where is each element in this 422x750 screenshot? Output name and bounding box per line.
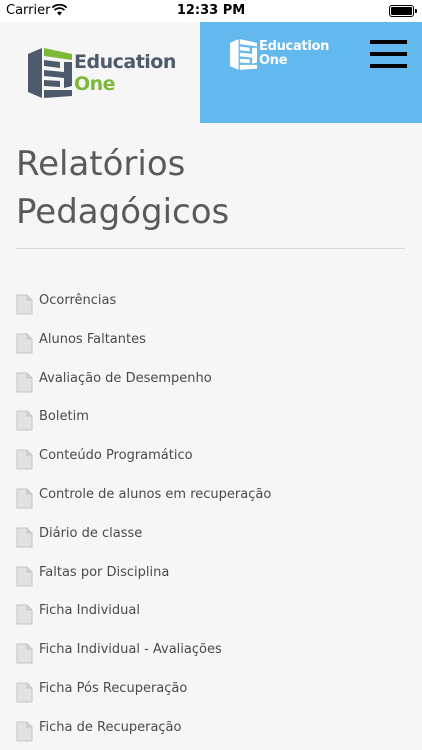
report-item-label: Ocorrências [39, 293, 117, 308]
report-item-label: Conteúdo Programático [39, 448, 193, 464]
page-title-line2: Pedagógicos [16, 192, 230, 232]
header-menu-area: Education One [200, 22, 422, 123]
document-icon [16, 566, 33, 587]
education-one-logo-small: Education One [230, 36, 330, 72]
education-one-logo[interactable]: Education One [28, 46, 178, 98]
report-item-ocorrencias[interactable]: Ocorrências [16, 282, 416, 321]
logo-mark-icon [28, 48, 72, 98]
report-item-label: Ficha Individual [39, 603, 140, 619]
page-title-line1: Relatórios [16, 144, 186, 184]
report-item-diario-classe[interactable]: Diário de classe [16, 515, 416, 554]
hamburger-menu-icon[interactable] [368, 38, 410, 70]
document-icon [16, 410, 33, 431]
logo-small-mark-icon [230, 39, 257, 70]
status-time: 12:33 PM [176, 3, 246, 18]
report-item-label: Ficha de Recuperação [39, 719, 182, 735]
title-divider [16, 248, 405, 249]
document-icon [16, 449, 33, 470]
logo-text-one: One [74, 73, 116, 95]
report-item-label: Boletim [39, 409, 89, 425]
report-item-conteudo-programatico[interactable]: Conteúdo Programático [16, 437, 416, 476]
document-icon [16, 643, 33, 664]
report-item-controle-recuperacao[interactable]: Controle de alunos em recuperação [16, 476, 416, 515]
logo-text-education: Education [74, 51, 176, 73]
report-item-faltas-disciplina[interactable]: Faltas por Disciplina [16, 554, 416, 593]
header-logo-area: Education One [0, 22, 200, 123]
app-header: Education One Education One [0, 22, 422, 123]
document-icon [16, 372, 33, 393]
report-item-label: Ficha Pós Recuperação [39, 680, 188, 696]
document-icon [16, 488, 33, 509]
report-item-label: Avaliação de Desempenho [39, 370, 212, 386]
document-icon [16, 294, 33, 315]
page-title: Relatórios Pedagógicos [16, 140, 406, 236]
document-icon [16, 604, 33, 625]
report-item-label: Controle de alunos em recuperação [39, 486, 272, 502]
report-item-ficha-individual[interactable]: Ficha Individual [16, 592, 416, 631]
logo-small-text-education: Education [259, 39, 330, 54]
report-item-label: Ficha Individual - Avaliações [39, 642, 222, 658]
document-icon [16, 682, 33, 703]
logo-small-text-one: One [259, 53, 288, 68]
report-item-label: Diário de classe [39, 525, 143, 541]
report-item-ficha-individual-avaliacoes[interactable]: Ficha Individual - Avaliações [16, 631, 416, 670]
report-item-label: Faltas por Disciplina [39, 564, 170, 580]
document-icon [16, 721, 33, 742]
report-item-ficha-recuperacao[interactable]: Ficha de Recuperação [16, 709, 416, 748]
report-list: Ocorrências Alunos Faltantes Avaliação d… [16, 282, 416, 748]
battery-icon [389, 5, 417, 17]
report-item-avaliacao-desempenho[interactable]: Avaliação de Desempenho [16, 360, 416, 399]
document-icon [16, 333, 33, 354]
status-bar: Carrier 12:33 PM [0, 0, 422, 22]
report-item-alunos-faltantes[interactable]: Alunos Faltantes [16, 321, 416, 360]
report-item-boletim[interactable]: Boletim [16, 398, 416, 437]
report-item-label: Alunos Faltantes [39, 331, 146, 347]
report-item-ficha-pos-recuperacao[interactable]: Ficha Pós Recuperação [16, 670, 416, 709]
document-icon [16, 527, 33, 548]
